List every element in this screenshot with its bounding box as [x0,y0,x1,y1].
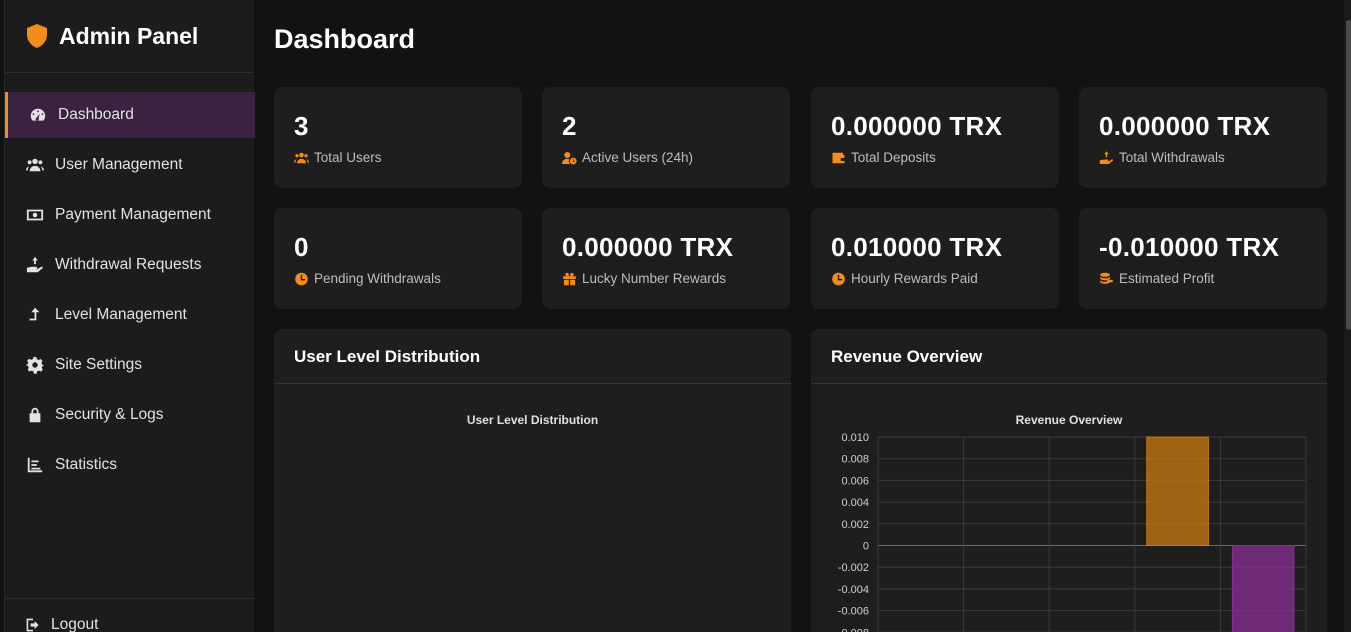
sidebar-item-label: Level Management [55,306,187,323]
logout-icon [26,618,39,631]
stat-value: 0.000000 TRX [562,232,734,262]
level-pie-chart [274,429,791,632]
brand[interactable]: Admin Panel [5,0,254,73]
stat-card-lucky-number-rewards: 0.000000 TRX Lucky Number Rewards [542,208,790,309]
sidebar-item-site-settings[interactable]: Site Settings [5,342,255,388]
panel-revenue-overview: Revenue Overview Revenue Overview 0.010 0… [811,329,1327,632]
users-icon [294,152,309,163]
stat-label: Lucky Number Rewards [562,271,770,286]
stat-label: Total Users [294,150,502,165]
stat-card-total-deposits: 0.000000 TRX Total Deposits [811,87,1059,188]
user-clock-icon [562,151,577,164]
sidebar-item-user-management[interactable]: User Management [5,142,255,188]
stat-card-total-users: 3 Total Users [274,87,522,188]
stat-card-estimated-profit: -0.010000 TRX Estimated Profit [1079,208,1327,309]
page-scrollbar[interactable] [1344,0,1351,632]
chart-icon [25,456,45,474]
y-tick-label: 0.006 [841,475,869,487]
gauge-icon [28,106,48,124]
stat-card-pending-withdrawals: 0 Pending Withdrawals [274,208,522,309]
sidebar-item-statistics[interactable]: Statistics [5,442,255,488]
y-tick-label: 0 [863,541,869,553]
sidebar-item-withdrawal-requests[interactable]: Withdrawal Requests [5,242,255,288]
gear-icon [25,356,45,374]
y-tick-label: 0.004 [841,497,869,509]
stat-label: Total Withdrawals [1099,150,1307,165]
gift-icon [563,272,576,285]
scrollbar-thumb[interactable] [1346,20,1351,330]
wallet-icon [832,152,845,163]
panel-header: User Level Distribution [274,329,791,384]
y-tick-label: -0.002 [838,562,869,574]
sidebar-item-label: User Management [55,156,183,173]
stat-label: Total Deposits [831,150,1039,165]
stat-label: Hourly Rewards Paid [831,271,1039,286]
panel-header: Revenue Overview [811,329,1327,384]
y-tick-label: -0.008 [838,627,869,632]
stat-card-total-withdrawals: 0.000000 TRX Total Withdrawals [1079,87,1327,188]
stat-card-active-users: 2 Active Users (24h) [542,87,790,188]
stat-value: 2 [562,111,577,141]
logout-button[interactable]: Logout [5,598,255,632]
hand-money-icon [25,256,45,274]
main-content: Dashboard 3 Total Users 2 Active Users (… [254,0,1344,632]
stat-value: 0.010000 TRX [831,232,1003,262]
sidebar-item-label: Payment Management [55,206,211,223]
brand-title: Admin Panel [59,22,199,49]
admin-app: Admin Panel Dashboard User Management Pa… [0,0,1351,632]
users-icon [25,156,45,174]
y-tick-label: 0.002 [841,519,869,531]
stat-value: 0.000000 TRX [831,111,1003,141]
y-tick-label: 0.008 [841,454,869,466]
clock-icon [295,272,308,285]
coins-icon [1100,272,1114,284]
sidebar-item-label: Withdrawal Requests [55,256,202,273]
sidebar-item-level-management[interactable]: Level Management [5,292,255,338]
sidebar-item-label: Statistics [55,456,118,473]
money-icon [25,206,45,224]
clock-icon [832,272,845,285]
sidebar: Admin Panel Dashboard User Management Pa… [4,0,255,632]
revenue-bar[interactable] [1231,545,1295,632]
sidebar-item-label: Dashboard [58,106,134,123]
y-tick-label: 0.010 [841,432,869,444]
stat-label: Active Users (24h) [562,150,770,165]
logout-label: Logout [51,615,99,632]
chart-title: Revenue Overview [1015,413,1123,427]
y-tick-label: -0.004 [838,584,869,596]
chart-title: User Level Distribution [466,413,599,427]
hand-money-icon [1099,150,1113,164]
stat-value: 0 [294,232,309,262]
sidebar-item-dashboard[interactable]: Dashboard [5,92,255,138]
sidebar-item-payment-management[interactable]: Payment Management [5,192,255,238]
stat-label: Pending Withdrawals [294,271,502,286]
stat-value: 3 [294,111,309,141]
lock-icon [25,406,45,424]
sidebar-item-security-logs[interactable]: Security & Logs [5,392,255,438]
stat-value: 0.000000 TRX [1099,111,1271,141]
stat-value: -0.010000 TRX [1099,232,1280,262]
revenue-bar-chart: 0.010 0.008 0.006 0.004 0.002 0 -0.002 -0.004 -0… [838,432,1307,632]
stat-label: Estimated Profit [1099,271,1307,286]
revenue-bar[interactable] [1146,436,1209,546]
sidebar-item-label: Site Settings [55,356,143,373]
y-tick-label: -0.006 [838,606,869,618]
page-title: Dashboard [274,24,416,54]
panel-user-level-distribution: User Level Distribution User Level Distr… [274,329,791,632]
arrow-up-icon [25,306,45,324]
shield-icon [25,23,49,49]
stat-card-hourly-rewards-paid: 0.010000 TRX Hourly Rewards Paid [811,208,1059,309]
sidebar-nav: Dashboard User Management Payment Manage… [5,92,255,492]
sidebar-item-label: Security & Logs [55,406,164,423]
